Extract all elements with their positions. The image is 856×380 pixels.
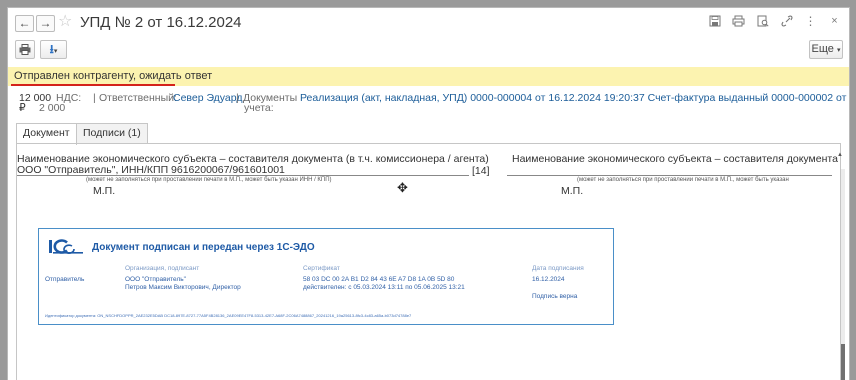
tab-signatures[interactable]: Подписи (1) <box>76 123 148 144</box>
export-button[interactable]: ⭳▾ <box>40 40 67 59</box>
sign-date: 16.12.2024 <box>532 276 565 283</box>
link-icon[interactable] <box>780 15 793 28</box>
responsible-link[interactable]: Север Эдуард <box>173 92 243 104</box>
window-title: УПД № 2 от 16.12.2024 <box>80 14 242 31</box>
right-mp: М.П. <box>561 185 584 197</box>
col-org-header: Организация, подписант <box>125 265 200 272</box>
left-note: (может не заполняться при проставлении п… <box>86 177 332 183</box>
arrow-right-icon: → <box>39 16 52 30</box>
document-info: 12 000 НДС: ₽ 2 000 | Ответственный: Сев… <box>19 92 849 122</box>
more-vertical-icon[interactable]: ⋮ <box>804 15 817 28</box>
document-identifier: Идентификатор документа: ON_NSCHFDOPPR_2… <box>45 313 412 318</box>
signer-role: Отправитель <box>45 276 85 283</box>
arrow-left-icon: ← <box>18 16 31 30</box>
command-bar: ⭳▾ Еще ▾ <box>8 38 849 62</box>
forward-button[interactable]: → <box>36 15 55 32</box>
scroll-up-icon[interactable]: ▲ <box>837 152 843 158</box>
documents-label-second-line: учета: <box>244 102 274 114</box>
1c-logo-icon <box>47 238 85 255</box>
status-text: Отправлен контрагенту, ожидать ответ <box>14 70 213 82</box>
vat-amount: 2 000 <box>39 102 66 114</box>
cursor-move-icon: ✥ <box>397 180 408 195</box>
signer-name: Петров Максим Викторович, Директор <box>125 284 241 291</box>
left-mp: М.П. <box>93 185 116 197</box>
org-name: ООО "Отправитель" <box>125 276 186 283</box>
right-note: (может не заполняться при проставлении п… <box>577 177 789 183</box>
window-actions: ⋮ × <box>708 15 841 28</box>
close-icon[interactable]: × <box>828 15 841 28</box>
back-button[interactable]: ← <box>15 15 34 32</box>
print-button[interactable] <box>15 40 35 59</box>
chevron-down-icon: ▾ <box>836 47 841 54</box>
left-field-ref: [14] <box>472 165 490 177</box>
signature-verdict: Подпись верна <box>532 293 578 300</box>
tab-document[interactable]: Документ <box>16 123 77 145</box>
star-icon[interactable]: ☆ <box>58 13 72 31</box>
cert-number: 58 03 DC 00 2A B1 D2 84 43 6E A7 D8 1A 0… <box>303 276 455 283</box>
chevron-down-icon: ▾ <box>53 48 58 55</box>
save-icon[interactable] <box>708 15 721 28</box>
stamp-title: Документ подписан и передан через 1С-ЭДО <box>92 242 315 253</box>
edo-signature-stamp: Документ подписан и передан через 1С-ЭДО… <box>38 228 614 325</box>
printer-icon <box>19 44 31 58</box>
related-documents-link[interactable]: Реализация (акт, накладная, УПД) 0000-00… <box>300 92 849 104</box>
scrollbar-thumb[interactable] <box>841 344 845 380</box>
col-date-header: Дата подписания <box>532 265 584 272</box>
document-window: ← → ☆ УПД № 2 от 16.12.2024 ⋮ × ⭳▾ Еще ▾… <box>7 7 850 380</box>
print-icon[interactable] <box>732 15 745 28</box>
col-cert-header: Сертификат <box>303 265 340 272</box>
preview-icon[interactable] <box>756 15 769 28</box>
status-underline <box>11 84 175 86</box>
title-bar: ← → ☆ УПД № 2 от 16.12.2024 ⋮ × <box>8 8 849 36</box>
cert-validity: действителен: с 05.03.2024 13:11 по 05.0… <box>303 284 465 291</box>
right-heading: Наименование экономического субъекта – с… <box>512 153 838 165</box>
more-button-label: Еще <box>811 43 834 55</box>
responsible-label: Ответственный: <box>99 92 177 104</box>
currency-sign: ₽ <box>19 102 26 114</box>
status-bar: Отправлен контрагенту, ожидать ответ <box>8 67 849 86</box>
more-button[interactable]: Еще ▾ <box>809 40 843 59</box>
